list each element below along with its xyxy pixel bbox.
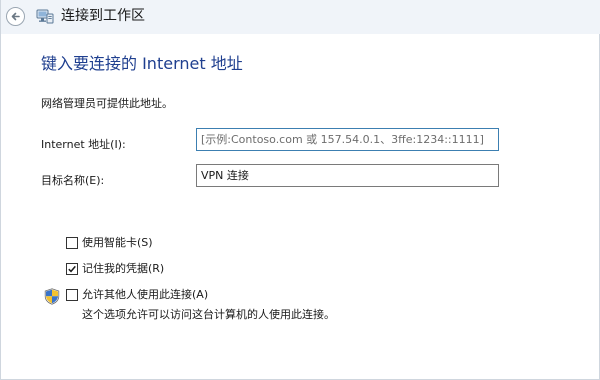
- internet-address-label: Internet 地址(I):: [41, 138, 126, 151]
- back-button[interactable]: [6, 7, 25, 26]
- admin-note: 网络管理员可提供此地址。: [41, 97, 173, 110]
- remember-credentials-label[interactable]: 记住我的凭据(R): [82, 262, 164, 276]
- internet-address-input[interactable]: [示例:Contoso.com 或 157.54.0.1、3ffe:1234::…: [196, 128, 499, 151]
- page-heading: 键入要连接的 Internet 地址: [41, 54, 243, 73]
- title-bar: 连接到工作区: [1, 0, 600, 34]
- allow-others-checkbox[interactable]: [66, 289, 78, 301]
- window-title: 连接到工作区: [61, 8, 145, 24]
- destination-name-label: 目标名称(E):: [41, 174, 105, 187]
- network-workplace-icon: [36, 9, 54, 24]
- internet-address-placeholder: [示例:Contoso.com 或 157.54.0.1、3ffe:1234::…: [201, 133, 484, 146]
- uac-shield-icon: [44, 288, 60, 305]
- smart-card-label[interactable]: 使用智能卡(S): [82, 236, 153, 250]
- smart-card-checkbox[interactable]: [66, 237, 78, 249]
- checkmark-icon: [68, 265, 76, 273]
- connect-to-workplace-window: 连接到工作区 键入要连接的 Internet 地址 网络管理员可提供此地址。 I…: [0, 0, 600, 380]
- remember-credentials-checkbox[interactable]: [66, 263, 78, 275]
- back-arrow-icon: [11, 12, 20, 21]
- allow-others-description: 这个选项允许可以访问这台计算机的人使用此连接。: [82, 308, 335, 321]
- destination-name-value: VPN 连接: [201, 169, 249, 182]
- destination-name-input[interactable]: VPN 连接: [196, 164, 499, 187]
- allow-others-label[interactable]: 允许其他人使用此连接(A): [82, 288, 208, 302]
